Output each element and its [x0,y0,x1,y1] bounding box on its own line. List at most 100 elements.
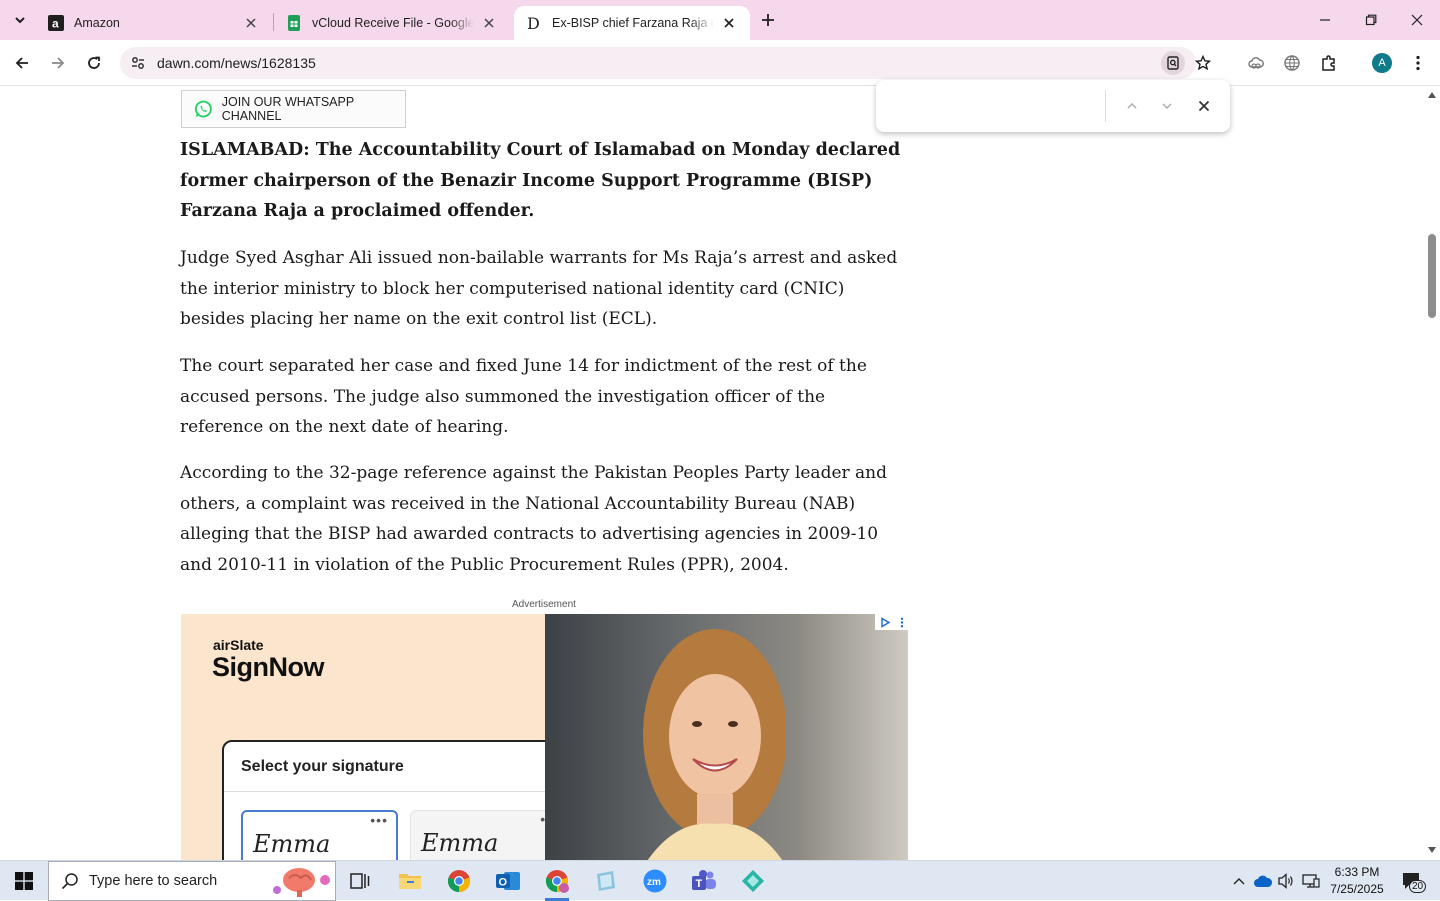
find-bar [876,80,1230,132]
taskbar-zoom[interactable]: zm [631,861,679,901]
taskbar-outlook[interactable]: O [484,861,532,901]
show-hidden-icons-button[interactable] [1228,861,1250,901]
outlook-icon: O [496,872,520,890]
tab-dawn-article[interactable]: D Ex-BISP chief Farzana Raja declared pr… [514,6,750,40]
browser-toolbar: dawn.com/news/1628135 A [0,40,1440,86]
minimize-icon [1320,19,1330,21]
globe-icon [1284,55,1300,71]
find-previous-button[interactable] [1120,94,1144,118]
find-in-page-icon[interactable] [1161,51,1185,75]
taskbar-file-explorer[interactable] [386,861,434,901]
task-view-icon [350,873,370,889]
advertisement-banner[interactable]: airSlate SignNow Select your signature •… [181,614,908,860]
profile-avatar[interactable]: A [1372,53,1392,73]
extension-globe-button[interactable] [1277,48,1307,78]
start-button[interactable] [0,861,48,901]
close-tab-icon[interactable] [242,14,260,32]
task-view-button[interactable] [336,861,384,901]
svg-text:T: T [696,878,703,890]
svg-text:a: a [52,17,59,31]
ad-brand-logo: SignNow [212,652,325,682]
google-sheets-icon [286,15,302,31]
taskbar-teams[interactable]: T [680,861,728,901]
restore-icon [1365,14,1377,26]
close-tab-icon[interactable] [720,14,738,32]
back-button[interactable] [7,48,37,78]
signature-card: Select your signature ••• Emma Stone •••… [222,740,584,860]
tab-search-button[interactable] [6,6,34,34]
minimize-button[interactable] [1302,0,1348,40]
search-icon [61,873,78,890]
volume-tray-button[interactable] [1275,861,1297,901]
article-paragraph: The court separated her case and fixed J… [180,356,867,438]
find-bar-divider [1105,90,1106,122]
site-info-icon[interactable] [126,51,150,75]
app-window-icon [597,871,615,891]
article-paragraph: According to the 32-page reference again… [180,463,888,575]
tab-google-sheets[interactable]: vCloud Receive File - Google Sheets [274,6,510,40]
signature-option-2: ••• Emma Stone [410,810,567,860]
scroll-up-arrow-icon[interactable] [1427,91,1437,99]
folder-icon [399,874,421,889]
taskbar-app-teal[interactable] [729,861,777,901]
restore-button[interactable] [1348,0,1394,40]
taskbar-search-box[interactable]: Type here to search [48,861,336,901]
forward-button[interactable] [43,48,73,78]
network-tray-button[interactable] [1299,861,1323,901]
new-tab-button[interactable] [755,7,781,33]
ad-choices-button[interactable] [875,614,908,630]
card-divider [224,791,582,792]
chevron-down-icon [15,17,25,24]
windows-taskbar: Type here to search O zm T 6:33 PM 7/25/ [0,860,1440,901]
dawn-icon: D [526,15,542,31]
scrollbar-thumb[interactable] [1428,234,1436,318]
clock-time: 6:33 PM [1334,865,1380,879]
find-close-button[interactable] [1192,94,1216,118]
arrow-right-icon [52,57,65,69]
tab-amazon[interactable]: a Amazon [36,6,272,40]
find-next-button[interactable] [1155,94,1179,118]
clock-date: 7/25/2025 [1330,882,1384,896]
whatsapp-channel-button[interactable]: JOIN OUR WHATSAPP CHANNEL [181,90,406,128]
system-clock[interactable]: 6:33 PM 7/25/2025 [1322,864,1392,898]
reload-button[interactable] [79,48,109,78]
onedrive-tray-button[interactable] [1251,861,1275,901]
url-text[interactable]: dawn.com/news/1628135 [157,55,316,71]
browser-menu-button[interactable] [1403,48,1433,78]
ad-brand-small: airSlate [213,637,264,653]
windows-logo-icon [15,872,33,890]
web-page: JOIN OUR WHATSAPP CHANNEL ISLAMABAD: The… [0,87,1424,860]
teams-icon: T [692,870,716,890]
close-icon [1411,14,1423,26]
amazon-icon: a [48,15,64,31]
scroll-down-arrow-icon[interactable] [1427,846,1437,854]
notification-center-button[interactable]: 20 [1396,861,1428,901]
close-tab-icon[interactable] [480,14,498,32]
more-vertical-icon [1416,55,1420,71]
find-input[interactable] [890,94,1100,118]
ad-photo-panel [545,614,908,860]
signature-text: Emma Stone [253,830,331,860]
address-bar[interactable]: dawn.com/news/1628135 [120,47,1211,79]
page-scrollbar[interactable] [1424,87,1440,860]
app-diamond-icon [742,870,764,892]
whatsapp-channel-label: JOIN OUR WHATSAPP CHANNEL [221,95,354,123]
plus-icon [762,14,774,26]
svg-text:O: O [499,877,508,889]
adchoices-icon [880,616,890,628]
smiling-woman-photo [643,629,785,860]
cloud-extension-icon [1248,57,1264,69]
signature-option-1: ••• Emma Stone [241,810,398,860]
advertisement-label: Advertisement [512,599,576,610]
tab-strip: a Amazon vCloud Receive File - Google Sh… [0,0,1440,40]
taskbar-chrome[interactable] [435,861,483,901]
network-monitor-icon [1302,874,1320,888]
taskbar-app-blue[interactable] [582,861,630,901]
ad-left-panel: airSlate SignNow Select your signature •… [181,614,584,860]
close-window-button[interactable] [1394,0,1440,40]
extension-cloud-button[interactable] [1241,48,1271,78]
bookmark-star-icon[interactable] [1191,51,1215,75]
taskbar-chrome-profile[interactable] [533,861,581,901]
onedrive-cloud-icon [1254,875,1273,887]
extensions-button[interactable] [1314,48,1344,78]
